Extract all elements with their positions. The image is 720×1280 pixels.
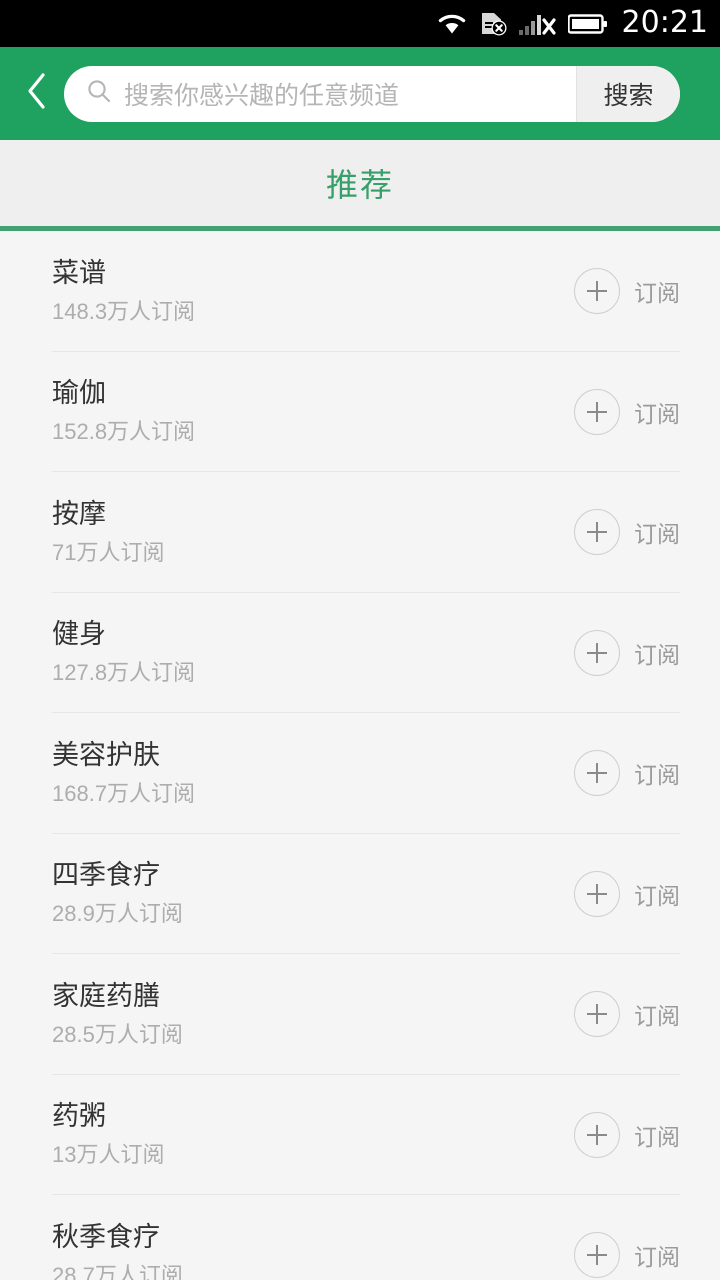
channel-list[interactable]: 菜谱 148.3万人订阅 订阅 瑜伽 152.8万人订阅 订阅 按摩 71万人订阅 订阅 健身 12… [0, 231, 720, 1280]
subscribe-button[interactable]: 订阅 [574, 991, 680, 1038]
channel-row[interactable]: 药粥 13万人订阅 订阅 [0, 1075, 720, 1195]
channel-info: 瑜伽 152.8万人订阅 [52, 380, 574, 443]
cellular-signal-off-icon [518, 11, 557, 37]
subscribe-label: 订阅 [634, 521, 680, 548]
channel-title: 四季食疗 [52, 860, 160, 891]
back-button[interactable] [10, 67, 64, 121]
subscribe-button[interactable]: 订阅 [574, 750, 680, 797]
plus-icon [574, 1111, 620, 1158]
channel-info: 健身 127.8万人订阅 [52, 621, 574, 684]
subscribe-label: 订阅 [634, 762, 680, 789]
status-bar-clock: 20:21 [621, 4, 708, 40]
plus-icon [574, 991, 620, 1038]
channel-row[interactable]: 菜谱 148.3万人订阅 订阅 [0, 231, 720, 352]
channel-title: 秋季食疗 [52, 1221, 160, 1252]
plus-icon [574, 268, 620, 315]
channel-subscriber-count: 127.8万人订阅 [52, 660, 196, 686]
search-header: 搜索你感兴趣的任意频道 搜索 [0, 47, 720, 140]
subscribe-button[interactable]: 订阅 [574, 509, 680, 556]
channel-subscriber-count: 168.7万人订阅 [52, 780, 196, 806]
search-pill: 搜索你感兴趣的任意频道 搜索 [64, 65, 680, 122]
search-input[interactable]: 搜索你感兴趣的任意频道 [64, 66, 576, 122]
channel-info: 菜谱 148.3万人订阅 [52, 257, 574, 324]
channel-title: 家庭药膳 [52, 980, 160, 1011]
channel-subscriber-count: 28.5万人订阅 [52, 1021, 183, 1047]
channel-row[interactable]: 瑜伽 152.8万人订阅 订阅 [0, 352, 720, 472]
channel-subscriber-count: 28.9万人订阅 [52, 901, 183, 927]
tab-bar: 推荐 [0, 140, 720, 226]
subscribe-button[interactable]: 订阅 [574, 1111, 680, 1158]
plus-icon [574, 388, 620, 435]
plus-icon [574, 509, 620, 556]
wifi-icon [437, 12, 467, 36]
subscribe-button[interactable]: 订阅 [574, 388, 680, 435]
channel-title: 健身 [52, 619, 106, 650]
channel-info: 药粥 13万人订阅 [52, 1103, 574, 1166]
subscribe-label: 订阅 [634, 400, 680, 427]
channel-subscriber-count: 152.8万人订阅 [52, 419, 196, 445]
channel-subscriber-count: 13万人订阅 [52, 1142, 165, 1168]
search-icon [86, 78, 112, 109]
channel-info: 家庭药膳 28.5万人订阅 [52, 980, 574, 1047]
tab-recommended[interactable]: 推荐 [326, 160, 394, 206]
channel-info: 按摩 71万人订阅 [52, 498, 574, 565]
search-placeholder: 搜索你感兴趣的任意频道 [124, 81, 400, 110]
channel-row[interactable]: 美容护肤 168.7万人订阅 订阅 [0, 713, 720, 834]
back-chevron-icon [24, 71, 50, 116]
channel-title: 菜谱 [52, 257, 106, 288]
subscribe-label: 订阅 [634, 882, 680, 909]
channel-row[interactable]: 健身 127.8万人订阅 订阅 [0, 593, 720, 713]
channel-row[interactable]: 四季食疗 28.9万人订阅 订阅 [0, 834, 720, 954]
subscribe-label: 订阅 [634, 280, 680, 307]
subscribe-button[interactable]: 订阅 [574, 870, 680, 917]
search-submit-button[interactable]: 搜索 [576, 65, 680, 122]
subscribe-button[interactable]: 订阅 [574, 268, 680, 315]
subscribe-label: 订阅 [634, 1123, 680, 1150]
channel-title: 按摩 [52, 498, 106, 529]
subscribe-label: 订阅 [634, 1003, 680, 1030]
subscribe-label: 订阅 [634, 641, 680, 668]
status-bar: 20:21 [0, 0, 720, 47]
channel-subscriber-count: 71万人订阅 [52, 539, 165, 565]
plus-icon [574, 1232, 620, 1279]
plus-icon [574, 750, 620, 797]
subscribe-button[interactable]: 订阅 [574, 629, 680, 676]
channel-subscriber-count: 28.7万人订阅 [52, 1262, 183, 1280]
sim-card-off-icon [478, 11, 508, 37]
channel-title: 美容护肤 [52, 739, 160, 770]
channel-row[interactable]: 按摩 71万人订阅 订阅 [0, 472, 720, 593]
battery-icon [567, 13, 608, 35]
channel-row[interactable]: 秋季食疗 28.7万人订阅 订阅 [0, 1195, 720, 1280]
channel-title: 药粥 [52, 1101, 106, 1132]
channel-row[interactable]: 家庭药膳 28.5万人订阅 订阅 [0, 954, 720, 1075]
subscribe-label: 订阅 [634, 1244, 680, 1271]
subscribe-button[interactable]: 订阅 [574, 1232, 680, 1279]
channel-subscriber-count: 148.3万人订阅 [52, 298, 196, 324]
channel-title: 瑜伽 [52, 378, 106, 409]
plus-icon [574, 629, 620, 676]
channel-info: 美容护肤 168.7万人订阅 [52, 739, 574, 806]
channel-info: 秋季食疗 28.7万人订阅 [52, 1221, 574, 1280]
channel-info: 四季食疗 28.9万人订阅 [52, 862, 574, 925]
plus-icon [574, 870, 620, 917]
